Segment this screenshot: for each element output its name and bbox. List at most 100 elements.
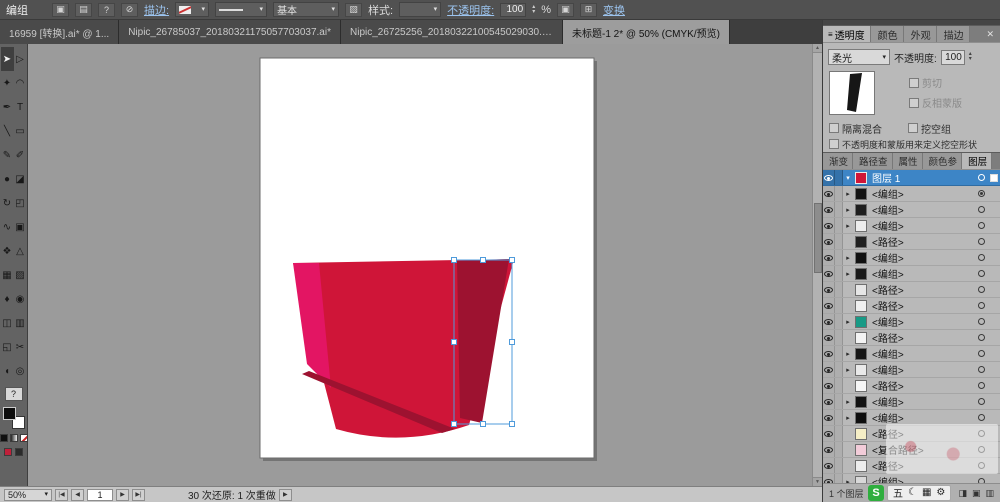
layer-row[interactable]: ▸ <编组>	[823, 362, 1000, 378]
stroke-color-combo[interactable]: ▾	[175, 2, 210, 17]
lock-cell[interactable]	[835, 314, 843, 329]
layer-row[interactable]: ▸ <编组>	[823, 186, 1000, 202]
clip-checkbox[interactable]	[909, 77, 919, 88]
new-layer-button[interactable]: ▣	[972, 488, 981, 499]
pen-tool[interactable]: ✒	[1, 95, 14, 119]
collapse-arrow-icon[interactable]: ▾	[843, 174, 853, 182]
zoom-tool[interactable]: ◎	[14, 359, 27, 383]
help-button[interactable]: ?	[4, 387, 23, 401]
selection-handle[interactable]	[509, 339, 515, 345]
layer-row[interactable]: <路径>	[823, 282, 1000, 298]
target-circle[interactable]	[977, 318, 985, 325]
invert-mask-checkbox[interactable]	[909, 97, 919, 108]
expand-arrow-icon[interactable]: ▸	[843, 270, 853, 278]
target-circle[interactable]	[977, 286, 985, 293]
visibility-cell[interactable]	[823, 346, 835, 361]
prev-page-button[interactable]: ◀	[71, 488, 84, 501]
visibility-cell[interactable]	[823, 202, 835, 217]
panel-tab[interactable]: 描边	[936, 26, 970, 42]
opacity-input[interactable]: 100	[500, 2, 527, 17]
stroke-weight-combo[interactable]: ▾	[215, 2, 268, 17]
stroke-link[interactable]: 描边:	[144, 2, 169, 18]
scrollbar-thumb[interactable]	[813, 203, 822, 273]
history-forward-button[interactable]: ▶	[278, 488, 292, 501]
selection-handle[interactable]	[509, 421, 515, 427]
target-circle[interactable]	[977, 222, 985, 229]
sogou-logo[interactable]: S	[868, 484, 884, 501]
selection-handle[interactable]	[451, 339, 457, 345]
opacity-stepper[interactable]: ▴ ▾	[969, 51, 972, 62]
layer-row[interactable]: <路径>	[823, 330, 1000, 346]
target-circle[interactable]	[977, 206, 985, 213]
help-icon[interactable]: ?	[98, 2, 115, 17]
isolate-blending-checkbox[interactable]	[829, 123, 839, 133]
selection-handle[interactable]	[480, 421, 486, 427]
keyboard-icon[interactable]: ▦	[922, 487, 931, 498]
visibility-cell[interactable]	[823, 266, 835, 281]
visibility-cell[interactable]	[823, 378, 835, 393]
zoom-level-combo[interactable]: 50% ▾	[4, 488, 52, 501]
target-circle[interactable]	[977, 414, 985, 421]
make-clipping-mask-button[interactable]: ◨	[958, 488, 967, 499]
lock-cell[interactable]	[835, 266, 843, 281]
lock-cell[interactable]	[835, 170, 843, 185]
opacity-value-input[interactable]: 100	[940, 49, 965, 65]
expand-arrow-icon[interactable]: ▸	[843, 206, 853, 214]
document-tab[interactable]: Nipic_26785037_20180321175057703037.ai*	[119, 20, 341, 44]
lock-cell[interactable]	[835, 186, 843, 201]
expand-arrow-icon[interactable]: ▸	[843, 478, 853, 484]
slice-tool[interactable]: ✂	[14, 335, 27, 359]
scroll-down-icon[interactable]: ▼	[813, 477, 822, 486]
lock-cell[interactable]	[835, 394, 843, 409]
lock-cell[interactable]	[835, 362, 843, 377]
panel-tab[interactable]: 颜色参	[922, 153, 963, 169]
lock-cell[interactable]	[835, 218, 843, 233]
style-combo[interactable]: ▾	[399, 2, 442, 17]
fill-swatch[interactable]	[2, 407, 16, 420]
lock-cell[interactable]	[835, 426, 843, 441]
panel-tab[interactable]: 渐变	[823, 153, 854, 169]
target-circle[interactable]	[977, 350, 985, 357]
layer-row[interactable]: ▸ <编组>	[823, 314, 1000, 330]
grid-options-icon[interactable]: ⊞	[579, 2, 597, 17]
layer-row[interactable]: <路径>	[823, 234, 1000, 250]
lasso-tool[interactable]: ◠	[14, 71, 27, 95]
document-tab[interactable]: Nipic_26725256_20180322100545029030.ai*	[341, 20, 563, 44]
visibility-cell[interactable]	[823, 234, 835, 249]
visibility-cell[interactable]	[823, 314, 835, 329]
expand-arrow-icon[interactable]: ▸	[843, 254, 853, 262]
target-circle[interactable]	[977, 270, 985, 277]
selection-handle[interactable]	[451, 257, 457, 263]
stepper-down-icon[interactable]: ▾	[532, 9, 535, 15]
visibility-cell[interactable]	[823, 394, 835, 409]
symbol-sprayer-tool[interactable]: ◫	[1, 311, 14, 335]
target-circle[interactable]	[977, 254, 985, 261]
paintbrush-tool[interactable]: ✐	[14, 143, 27, 167]
visibility-cell[interactable]	[823, 410, 835, 425]
next-page-button[interactable]: ▶	[116, 488, 129, 501]
target-circle[interactable]	[977, 334, 985, 341]
gradient-button[interactable]	[9, 434, 18, 442]
screen-mode-icon[interactable]	[15, 448, 23, 456]
rectangle-tool[interactable]: ▭	[14, 119, 27, 143]
delete-layer-button[interactable]: ▥	[985, 488, 994, 499]
shape-builder-tool[interactable]: ❖	[1, 239, 14, 263]
target-circle[interactable]	[977, 382, 985, 389]
target-circle[interactable]	[977, 302, 985, 309]
expand-arrow-icon[interactable]: ▸	[843, 222, 853, 230]
canvas[interactable]	[28, 44, 812, 486]
opacity-stepper[interactable]: ▴ ▾	[532, 4, 535, 15]
layer-row[interactable]: ▸ <编组>	[823, 202, 1000, 218]
object-thumbnail[interactable]	[829, 71, 875, 115]
lock-cell[interactable]	[835, 474, 843, 483]
visibility-cell[interactable]	[823, 362, 835, 377]
lock-cell[interactable]	[835, 378, 843, 393]
panel-tab[interactable]: 属性	[892, 153, 923, 169]
panel-tab[interactable]: ≡ 透明度	[823, 26, 871, 42]
visibility-cell[interactable]	[823, 218, 835, 233]
layer-row[interactable]: ▸ <编组>	[823, 474, 1000, 483]
target-circle[interactable]	[977, 398, 985, 405]
panel-tab[interactable]: 外观	[903, 26, 937, 42]
gradient-tool[interactable]: ▨	[14, 263, 27, 287]
document-tab[interactable]: 未标题-1 2* @ 50% (CMYK/预览)	[563, 20, 730, 44]
